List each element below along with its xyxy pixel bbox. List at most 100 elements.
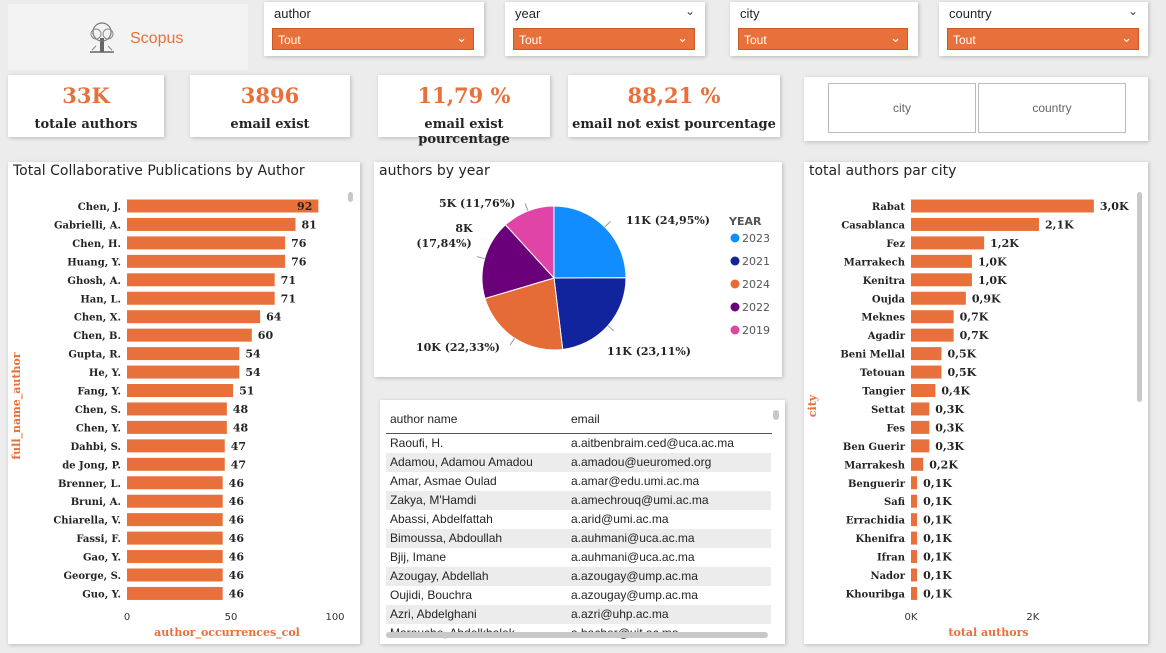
table-scrollbar-vertical[interactable] bbox=[773, 410, 779, 420]
legend-marker[interactable] bbox=[730, 325, 740, 335]
city-bar-chart: Rabat 3,0K Casablanca 2,1K Fez 1,2K Marrakech 1… bbox=[806, 199, 1129, 639]
column-header-email[interactable]: email bbox=[571, 412, 600, 426]
legend-marker[interactable] bbox=[730, 302, 740, 312]
bar[interactable] bbox=[911, 310, 954, 324]
data-label: 47 bbox=[231, 458, 246, 471]
table-row[interactable]: Oujidi, Bouchra a.azougay@ump.ac.ma bbox=[386, 586, 771, 605]
bar[interactable] bbox=[911, 531, 918, 545]
author-slicer[interactable]: author Tout ⌄ bbox=[264, 2, 484, 56]
table-row[interactable]: Raoufi, H. a.aitbenbraim.ced@uca.ac.ma bbox=[386, 434, 771, 453]
category-label: Chen, J. bbox=[78, 202, 121, 213]
bar[interactable] bbox=[127, 365, 240, 379]
bar[interactable] bbox=[911, 291, 966, 305]
category-label: Chen, Y. bbox=[76, 423, 121, 434]
city-slicer[interactable]: city Tout ⌄ bbox=[730, 2, 918, 56]
country-dropdown[interactable]: Tout ⌄ bbox=[947, 28, 1139, 50]
chart-scrollbar[interactable] bbox=[1137, 192, 1142, 402]
bar[interactable] bbox=[127, 494, 223, 508]
category-label: Han, L. bbox=[80, 294, 121, 305]
bar[interactable] bbox=[911, 236, 985, 250]
bar[interactable] bbox=[127, 328, 252, 342]
bar[interactable] bbox=[127, 531, 223, 545]
bar[interactable] bbox=[127, 199, 319, 213]
chevron-down-icon: ⌄ bbox=[677, 30, 688, 45]
legend-label[interactable]: 2019 bbox=[742, 324, 770, 337]
country-button[interactable]: country bbox=[978, 83, 1126, 133]
bar[interactable] bbox=[911, 476, 918, 490]
bar[interactable] bbox=[911, 513, 918, 527]
bar[interactable] bbox=[911, 568, 918, 582]
column-header-author-name[interactable]: author name bbox=[390, 412, 457, 426]
bar[interactable] bbox=[911, 384, 936, 397]
table-row[interactable]: Adamou, Adamou Amadou a.amadou@ueuromed.o… bbox=[386, 453, 771, 472]
bar[interactable] bbox=[911, 347, 942, 361]
legend-marker[interactable] bbox=[730, 233, 740, 243]
city-dropdown[interactable]: Tout ⌄ bbox=[738, 28, 908, 50]
table-row[interactable]: Azougay, Abdellah a.azougay@ump.ac.ma bbox=[386, 567, 771, 586]
bar[interactable] bbox=[911, 273, 972, 287]
slice-label: 8K bbox=[455, 222, 473, 235]
bar[interactable] bbox=[127, 291, 275, 305]
bar[interactable] bbox=[127, 420, 227, 434]
bar[interactable] bbox=[911, 402, 930, 416]
category-label: Rabat bbox=[872, 202, 905, 213]
bar[interactable] bbox=[911, 217, 1039, 231]
data-label: 0,1K bbox=[923, 569, 952, 582]
bar[interactable] bbox=[127, 402, 227, 416]
table-row[interactable]: Zakya, M'Hamdi a.amechrouq@umi.ac.ma bbox=[386, 491, 771, 510]
bar[interactable] bbox=[911, 420, 930, 434]
bar[interactable] bbox=[127, 476, 223, 490]
bar[interactable] bbox=[911, 328, 954, 342]
bar[interactable] bbox=[911, 550, 918, 564]
table-row[interactable]: Abassi, Abdelfattah a.arid@umi.ac.ma bbox=[386, 510, 771, 529]
legend-marker[interactable] bbox=[730, 279, 740, 289]
bar[interactable] bbox=[911, 439, 930, 453]
pie-slice[interactable] bbox=[553, 205, 627, 279]
legend-label[interactable]: 2023 bbox=[742, 232, 770, 245]
bar[interactable] bbox=[127, 236, 286, 250]
bar[interactable] bbox=[911, 365, 942, 379]
bar[interactable] bbox=[127, 457, 225, 471]
category-label: Gao, Y. bbox=[83, 553, 121, 564]
data-label: 46 bbox=[229, 495, 245, 508]
chevron-down-icon[interactable]: ⌄ bbox=[1128, 4, 1138, 18]
bar[interactable] bbox=[127, 347, 240, 361]
bar[interactable] bbox=[127, 254, 286, 268]
bar[interactable] bbox=[911, 199, 1094, 213]
table-row[interactable]: Bjij, Imane a.auhmani@uca.ac.ma bbox=[386, 548, 771, 567]
table-row[interactable]: Amar, Asmae Oulad a.amar@edu.umi.ac.ma bbox=[386, 472, 771, 491]
city-button[interactable]: city bbox=[828, 83, 976, 133]
legend-label[interactable]: 2022 bbox=[742, 301, 770, 314]
category-label: Khouribga bbox=[846, 589, 906, 600]
year-slicer[interactable]: year ⌄ Tout ⌄ bbox=[505, 2, 705, 56]
bar[interactable] bbox=[127, 513, 223, 527]
bar[interactable] bbox=[911, 457, 924, 471]
year-dropdown[interactable]: Tout ⌄ bbox=[513, 28, 695, 50]
bar[interactable] bbox=[127, 586, 223, 600]
kpi-value: 11,79 % bbox=[417, 83, 511, 108]
bar[interactable] bbox=[127, 273, 275, 287]
bar[interactable] bbox=[127, 217, 296, 231]
author-dropdown[interactable]: Tout ⌄ bbox=[272, 28, 474, 50]
legend-marker[interactable] bbox=[730, 256, 740, 266]
legend-label[interactable]: 2021 bbox=[742, 255, 770, 268]
legend-label[interactable]: 2024 bbox=[742, 278, 770, 291]
bar[interactable] bbox=[127, 310, 261, 324]
table-scrollbar-horizontal[interactable] bbox=[386, 632, 768, 638]
slice-label: 10K (22,33%) bbox=[416, 341, 500, 354]
chevron-down-icon[interactable]: ⌄ bbox=[685, 4, 695, 18]
country-slicer[interactable]: country ⌄ Tout ⌄ bbox=[939, 2, 1148, 56]
bar[interactable] bbox=[127, 384, 234, 397]
bar[interactable] bbox=[911, 494, 918, 508]
table-row[interactable]: Bimoussa, Abdoullah a.auhmani@uca.ac.ma bbox=[386, 529, 771, 548]
data-label: 46 bbox=[229, 477, 245, 490]
bar[interactable] bbox=[911, 586, 918, 600]
leader-line bbox=[509, 337, 515, 346]
bar[interactable] bbox=[127, 550, 223, 564]
bar[interactable] bbox=[127, 439, 225, 453]
pie-slice[interactable] bbox=[553, 277, 627, 351]
chart-scrollbar[interactable] bbox=[348, 192, 353, 202]
bar[interactable] bbox=[911, 254, 972, 268]
bar[interactable] bbox=[127, 568, 223, 582]
table-row[interactable]: Azri, Abdelghani a.azri@uhp.ac.ma bbox=[386, 605, 771, 624]
